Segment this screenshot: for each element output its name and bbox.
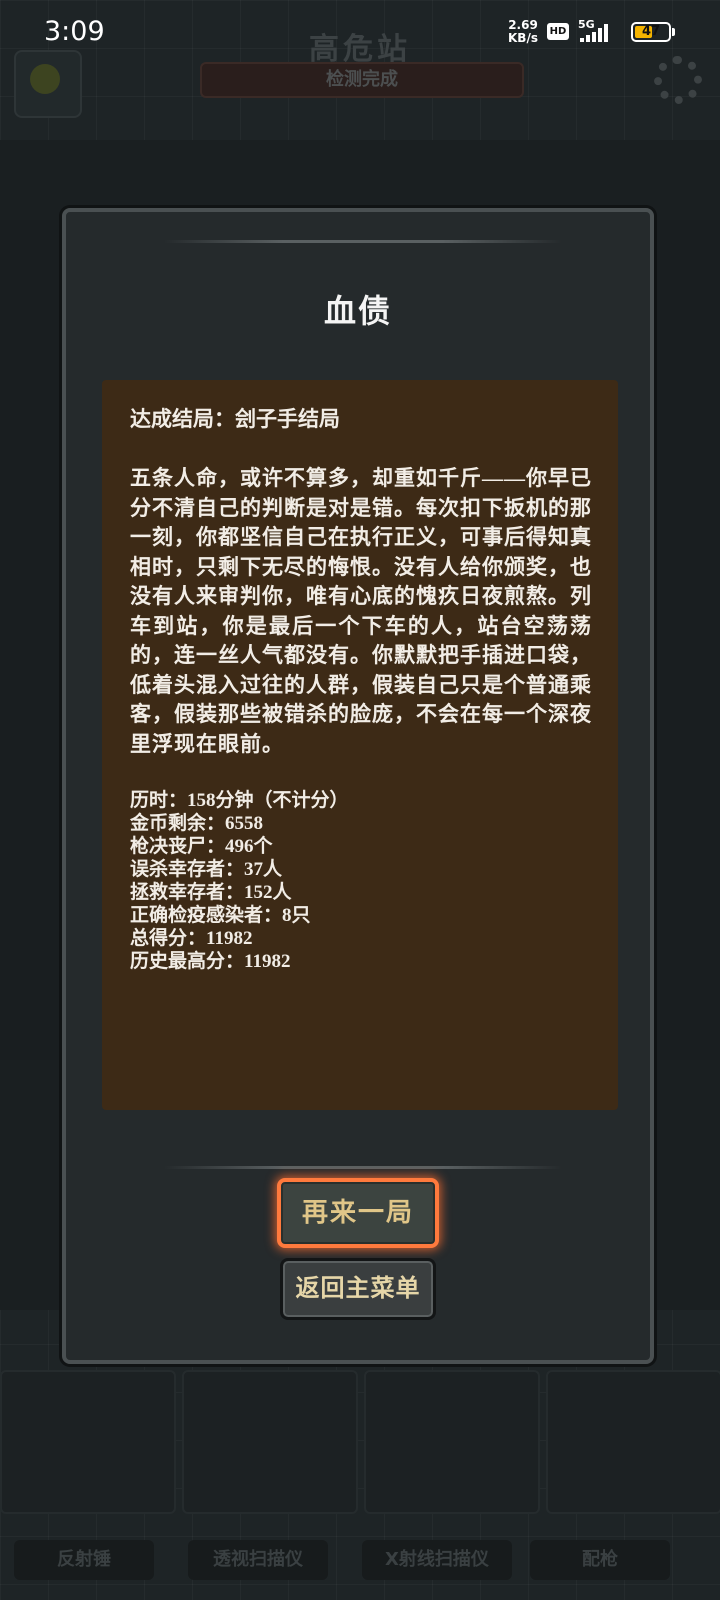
- ending-label: 达成结局：刽子手结局: [130, 407, 340, 431]
- network-speed-unit: KB/s: [508, 31, 538, 45]
- battery-tip: [672, 28, 675, 36]
- gun-tool-slot: [546, 1370, 720, 1514]
- stat-duration: 历时：158分钟（不计分）: [130, 790, 349, 811]
- stat-zombies-executed: 枪决丧尸：496个: [130, 836, 273, 857]
- background-right-column: [660, 220, 720, 1060]
- background-left-column: [0, 220, 60, 1060]
- status-bar: 3:09 2.69 KB/s HD 5G 47: [0, 0, 720, 64]
- hammer-tool-slot: [0, 1370, 176, 1514]
- stat-total-score: 总得分：11982: [130, 928, 253, 949]
- tool-label-hammer: 反射锤: [14, 1540, 154, 1580]
- ending-story: 五条人命，或许不算多，却重如千斤——你早已分不清自己的判断是对是错。每次扣下扳机…: [130, 466, 592, 756]
- tool-label-scanner: 透视扫描仪: [188, 1540, 328, 1580]
- stat-infected-quarantined: 正确检疫感染者：8只: [130, 905, 311, 926]
- main-menu-button[interactable]: 返回主菜单: [280, 1258, 436, 1320]
- battery-percent: 47: [641, 24, 661, 39]
- bottom-divider: [164, 1166, 562, 1169]
- add-person-icon: [30, 64, 60, 94]
- tool-label-xray: X射线扫描仪: [362, 1540, 512, 1580]
- stats-list: 历时：158分钟（不计分） 金币剩余：6558 枪决丧尸：496个 误杀幸存者：…: [130, 789, 592, 973]
- network-speed: 2.69 KB/s: [508, 19, 538, 45]
- hd-icon: HD: [547, 23, 569, 40]
- magnifier-tool-slot: [182, 1370, 358, 1514]
- stat-coins: 金币剩余：6558: [130, 813, 264, 834]
- signal-icon: [580, 24, 620, 42]
- ending-dialog: 血债 达成结局：刽子手结局 五条人命，或许不算多，却重如千斤——你早已分不清自己…: [62, 208, 654, 1364]
- top-divider: [164, 240, 562, 243]
- xray-tool-slot: [364, 1370, 540, 1514]
- stat-survivors-killed: 误杀幸存者：37人: [130, 859, 283, 880]
- stat-high-score: 历史最高分：11982: [130, 951, 291, 972]
- stat-survivors-saved: 拯救幸存者：152人: [130, 882, 292, 903]
- play-again-button[interactable]: 再来一局: [277, 1178, 439, 1248]
- result-panel: 达成结局：刽子手结局 五条人命，或许不算多，却重如千斤——你早已分不清自己的判断…: [102, 380, 618, 1110]
- tool-label-gun: 配枪: [530, 1540, 670, 1580]
- dialog-title: 血债: [323, 292, 392, 330]
- battery-icon: 47: [631, 22, 671, 42]
- clock: 3:09: [44, 16, 105, 47]
- detection-status-bar: 检测完成: [200, 62, 524, 98]
